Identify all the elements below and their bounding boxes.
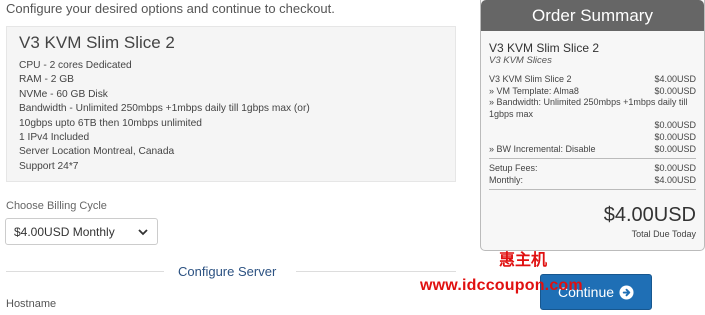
summary-line: » BW Incremental: Disable $0.00USD	[489, 144, 696, 156]
watermark-chinese-text: 惠主机	[499, 250, 548, 269]
total-due-label: Total Due Today	[631, 229, 696, 240]
summary-fee-amount: $4.00USD	[654, 174, 696, 185]
summary-line-desc: » Bandwidth: Unlimited 250mbps +1mbps da…	[489, 97, 688, 119]
summary-line: $0.00USD	[489, 120, 696, 132]
billing-cycle-label: Choose Billing Cycle	[6, 200, 107, 212]
section-divider	[6, 271, 164, 272]
summary-line-desc: » VM Template: Alma8	[489, 85, 579, 96]
billing-cycle-select[interactable]: $4.00USD Monthly	[5, 218, 158, 245]
product-title: V3 KVM Slim Slice 2	[19, 33, 175, 52]
summary-divider	[489, 158, 696, 160]
summary-line-amount: $0.00USD	[654, 131, 696, 142]
summary-line-amount: $0.00USD	[654, 85, 696, 96]
summary-product-name: V3 KVM Slim Slice 2	[489, 41, 600, 55]
summary-fee-line: Monthly: $4.00USD	[489, 175, 696, 187]
summary-line: » VM Template: Alma8 $0.00USD	[489, 86, 696, 98]
chevron-down-icon	[138, 228, 148, 235]
product-feature: 10gbps upto 6TB then 10mbps unlimited	[19, 117, 202, 129]
billing-cycle-value: $4.00USD Monthly	[14, 224, 115, 239]
product-info-box: V3 KVM Slim Slice 2 CPU - 2 cores Dedica…	[6, 26, 456, 182]
summary-line-desc: V3 KVM Slim Slice 2	[489, 74, 572, 84]
summary-fee-desc: Monthly:	[489, 174, 524, 185]
product-feature: CPU - 2 cores Dedicated	[19, 60, 132, 71]
hostname-label: Hostname	[6, 298, 57, 310]
summary-line: V3 KVM Slim Slice 2 $4.00USD	[489, 74, 696, 86]
summary-line: $0.00USD	[489, 132, 696, 144]
summary-line-desc	[489, 120, 654, 132]
order-summary-panel: Order Summary V3 KVM Slim Slice 2 V3 KVM…	[480, 0, 705, 251]
arrow-right-circle-icon	[619, 284, 634, 300]
summary-line-desc: » BW Incremental: Disable	[489, 143, 596, 154]
summary-product-group: V3 KVM Slices	[489, 55, 552, 66]
section-divider	[296, 271, 456, 272]
watermark-url-text: www.idccoupon.com	[420, 277, 583, 294]
summary-line-desc	[489, 132, 654, 144]
product-feature: RAM - 2 GB	[19, 74, 74, 86]
product-feature: NVMe - 60 GB Disk	[19, 88, 108, 100]
summary-fee-desc: Setup Fees:	[489, 163, 538, 174]
summary-line-amount: $4.00USD	[654, 74, 696, 84]
product-feature: Bandwidth - Unlimited 250mbps +1mbps dai…	[19, 103, 310, 115]
product-feature: 1 IPv4 Included	[19, 132, 90, 144]
summary-line-amount: $0.00USD	[654, 120, 696, 131]
summary-line-amount: $0.00USD	[654, 143, 696, 154]
product-feature: Support 24*7	[19, 160, 79, 172]
intro-text: Configure your desired options and conti…	[6, 1, 335, 16]
summary-fee-line: Setup Fees: $0.00USD	[489, 163, 696, 175]
total-due-amount: $4.00USD	[603, 204, 696, 227]
configure-server-heading: Configure Server	[178, 264, 277, 279]
order-summary-header: Order Summary	[481, 0, 704, 31]
summary-divider	[489, 189, 696, 191]
product-feature: Server Location Montreal, Canada	[19, 146, 175, 158]
summary-fee-amount: $0.00USD	[654, 163, 696, 174]
summary-line: » Bandwidth: Unlimited 250mbps +1mbps da…	[489, 97, 696, 120]
